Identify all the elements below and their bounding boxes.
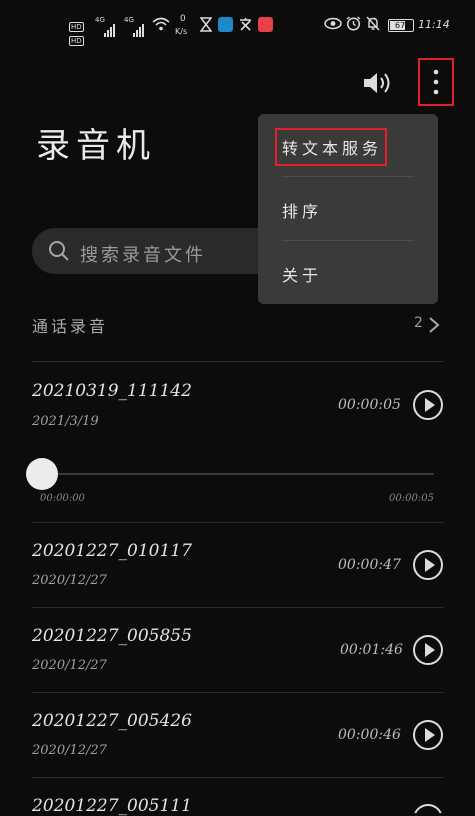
battery-icon: 67 bbox=[388, 19, 414, 32]
menu-item-label: 关于 bbox=[282, 266, 323, 285]
bell-off-icon bbox=[366, 16, 380, 31]
recording-date: 2021/3/19 bbox=[32, 414, 99, 429]
play-button[interactable] bbox=[413, 804, 443, 813]
progress-thumb[interactable] bbox=[26, 458, 58, 490]
menu-divider bbox=[282, 176, 414, 177]
recording-duration: 00:00:47 bbox=[338, 557, 401, 573]
app-notification-icon bbox=[258, 17, 273, 32]
net-speed-value: 0 bbox=[180, 14, 186, 24]
play-button[interactable] bbox=[413, 635, 443, 665]
eye-icon bbox=[324, 17, 342, 30]
divider bbox=[32, 361, 444, 362]
recording-name: 20201227_005855 bbox=[32, 626, 192, 646]
translate-icon bbox=[240, 18, 251, 31]
recording-duration: 00:00:46 bbox=[338, 727, 401, 743]
elapsed-time: 00:00:00 bbox=[40, 493, 85, 504]
clock: 11:14 bbox=[418, 18, 450, 31]
play-button[interactable] bbox=[413, 390, 443, 420]
signal-icon bbox=[104, 18, 116, 37]
app-notification-icon bbox=[218, 17, 233, 32]
menu-item-label: 转文本服务 bbox=[282, 139, 383, 158]
hd-indicator: HD bbox=[69, 36, 84, 46]
recording-name: 20201227_005426 bbox=[32, 711, 192, 731]
divider bbox=[32, 522, 444, 523]
signal-icon bbox=[133, 18, 145, 37]
recording-name: 20201227_010117 bbox=[32, 541, 192, 561]
search-icon bbox=[49, 241, 69, 261]
search-placeholder: 搜索录音文件 bbox=[80, 245, 206, 266]
recording-duration: 00:00:05 bbox=[338, 397, 401, 413]
alarm-icon bbox=[346, 16, 361, 31]
wifi-icon bbox=[152, 17, 170, 31]
play-button[interactable] bbox=[413, 550, 443, 580]
menu-item-label: 排序 bbox=[282, 202, 323, 221]
recording-date: 2020/12/27 bbox=[32, 573, 107, 588]
divider bbox=[32, 692, 444, 693]
chevron-right-icon bbox=[429, 317, 440, 333]
menu-divider bbox=[282, 240, 414, 241]
recording-date: 2020/12/27 bbox=[32, 743, 107, 758]
call-recordings-count: 2 bbox=[414, 315, 423, 331]
divider bbox=[32, 607, 444, 608]
total-time: 00:00:05 bbox=[389, 493, 434, 504]
more-options-button[interactable] bbox=[418, 58, 454, 106]
play-button[interactable] bbox=[413, 720, 443, 750]
page-title: 录音机 bbox=[36, 126, 156, 166]
recording-name: 20210319_111142 bbox=[32, 381, 192, 401]
status-bar: HD HD 4G 4G 0 K/s 67 11:14 bbox=[0, 0, 475, 46]
recording-name: 20201227_005111 bbox=[32, 796, 192, 816]
net-speed-unit: K/s bbox=[175, 27, 188, 36]
speaker-icon[interactable] bbox=[362, 70, 396, 96]
recording-duration: 00:01:46 bbox=[340, 642, 403, 658]
divider bbox=[32, 777, 444, 778]
progress-track[interactable] bbox=[42, 473, 434, 475]
battery-level: 67 bbox=[395, 21, 406, 30]
more-vertical-icon bbox=[433, 69, 439, 95]
call-recordings-label: 通话录音 bbox=[32, 317, 109, 336]
hourglass-icon bbox=[200, 17, 212, 32]
recording-date: 2020/12/27 bbox=[32, 658, 107, 673]
